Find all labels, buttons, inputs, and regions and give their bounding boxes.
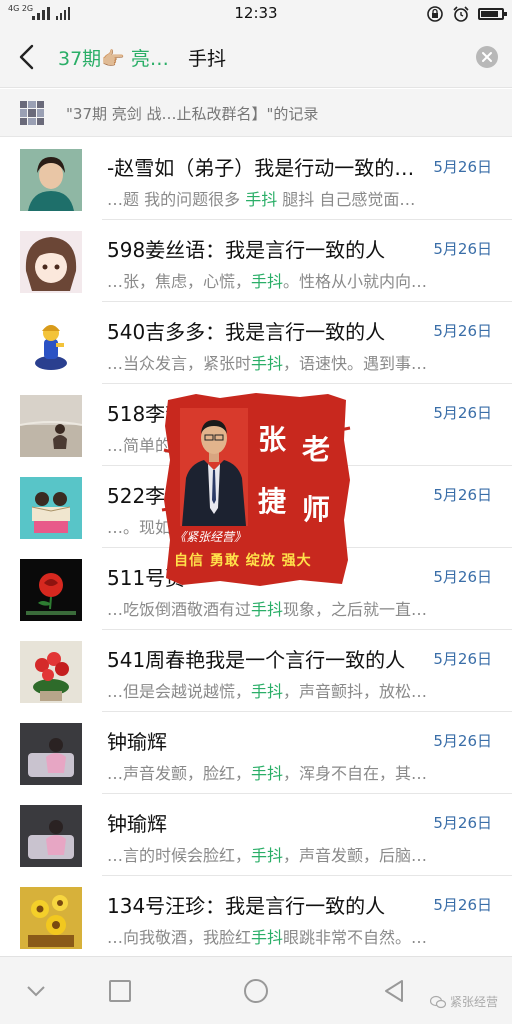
seal-char-2: 老: [302, 433, 331, 466]
message-date: 5月26日: [433, 240, 492, 258]
seal-char-4: 师: [302, 493, 331, 526]
status-bar: 4G 2G 12:33: [0, 0, 512, 28]
message-date: 5月26日: [433, 158, 492, 176]
message-snippet: …吃饭倒酒敬酒有过手抖现象，之后就一直…: [107, 596, 452, 620]
battery-icon: [478, 8, 507, 20]
watermark-text: 紧张经营: [449, 995, 498, 1009]
snippet-highlight: 手抖: [251, 928, 284, 947]
message-snippet: …当众发言，紧张时手抖，语速快。遇到事…: [107, 350, 452, 374]
avatar: [20, 149, 82, 211]
snippet-highlight: 手抖: [251, 682, 284, 701]
message-date: 5月26日: [433, 650, 492, 668]
snippet-after: ，语速快。遇到事…: [283, 354, 428, 373]
sender-name: 134号汪珍：我是言行一致的人: [107, 894, 386, 918]
message-snippet: …但是会越说越慌，手抖，声音颤抖，放松…: [107, 678, 452, 702]
seal-characters: 张 老 捷 师: [250, 418, 340, 538]
snippet-before: …向我敬酒，我脸红: [107, 928, 252, 947]
close-icon: [482, 52, 492, 62]
avatar: [20, 559, 82, 621]
avatar: [20, 805, 82, 867]
battery-fill: [481, 11, 498, 17]
message-date: 5月26日: [433, 568, 492, 586]
avatar: [20, 887, 82, 949]
chat-result-row[interactable]: 541周春艳我是一个言行一致的人 5月26日 …但是会越说越慌，手抖，声音颤抖，放松…: [0, 630, 512, 712]
message-date: 5月26日: [433, 896, 492, 914]
snippet-highlight: 手抖: [251, 354, 284, 373]
avatar: [20, 395, 82, 457]
sender-name: 540吉多多：我是言行一致的人: [107, 320, 386, 344]
snippet-highlight: 手抖: [251, 846, 284, 865]
seal-char-3: 捷: [258, 485, 287, 518]
avatar: [20, 313, 82, 375]
sender-name: 钟瑜辉: [107, 812, 167, 836]
snippet-highlight: 手抖: [251, 764, 284, 783]
snippet-before: …吃饭倒酒敬酒有过: [107, 600, 252, 619]
snippet-before: …张，焦虑，心慌，: [107, 272, 252, 291]
home-circle-icon[interactable]: [242, 977, 270, 1005]
promo-seal-overlay: 张 老 捷 师 《紧张经营》 自信 勇敢 绽放 强大: [160, 390, 352, 588]
avatar: [20, 723, 82, 785]
wechat-logo-icon: [429, 995, 446, 1008]
sender-name: 钟瑜辉: [107, 730, 167, 754]
group-avatar-icon: [20, 101, 44, 125]
snippet-before: …当众发言，紧张时: [107, 354, 252, 373]
search-input[interactable]: 手抖: [188, 44, 226, 71]
avatar: [20, 641, 82, 703]
message-snippet: …言的时候会脸红，手抖，声音发颤，后脑…: [107, 842, 452, 866]
message-date: 5月26日: [433, 322, 492, 340]
back-arrow-icon[interactable]: [14, 42, 40, 72]
rotation-lock-icon: [427, 6, 443, 22]
seal-char-1: 张: [258, 423, 287, 456]
message-snippet: …张，焦虑，心慌，手抖。性格从小就内向…: [107, 268, 452, 292]
sender-name: -赵雪如（弟子）我是行动一致的…: [107, 156, 415, 180]
sender-name: 598姜丝语：我是言行一致的人: [107, 238, 386, 262]
chat-result-row[interactable]: 钟瑜辉 5月26日 …声音发颤，脸红，手抖，浑身不自在，其…: [0, 712, 512, 794]
chat-result-row[interactable]: 598姜丝语：我是言行一致的人 5月26日 …张，焦虑，心慌，手抖。性格从小就内向…: [0, 220, 512, 302]
search-scope-row: "37期 亮剑 战…止私改群名】"的记录: [0, 89, 512, 137]
teacher-photo: [180, 408, 248, 526]
status-icons: [426, 5, 507, 23]
clear-search-button[interactable]: [476, 46, 498, 68]
snippet-highlight: 手抖: [251, 272, 284, 291]
message-date: 5月26日: [433, 486, 492, 504]
group-filter-chip[interactable]: 37期👉🏼 亮…: [58, 44, 169, 71]
snippet-after: 腿抖 自己感觉面…: [277, 190, 416, 209]
snippet-before: …声音发颤，脸红，: [107, 764, 252, 783]
snippet-before: …题 我的问题很多: [107, 190, 246, 209]
back-triangle-icon[interactable]: [380, 977, 408, 1005]
chat-result-row[interactable]: 134号汪珍：我是言行一致的人 5月26日 …向我敬酒，我脸红手抖眼跳非常不自然。…: [0, 876, 512, 958]
snippet-after: ，声音颤抖，放松…: [283, 682, 428, 701]
snippet-highlight: 手抖: [251, 600, 284, 619]
seal-tagline: 《紧张经营》: [174, 530, 247, 544]
alarm-icon: [453, 6, 469, 22]
snippet-after: 眼跳非常不自然。…: [283, 928, 428, 947]
snippet-before: …但是会越说越慌，: [107, 682, 252, 701]
message-snippet: …向我敬酒，我脸红手抖眼跳非常不自然。…: [107, 924, 452, 948]
chevron-down-icon[interactable]: [22, 977, 50, 1005]
watermark: 紧张经营: [429, 993, 498, 1010]
chat-result-row[interactable]: 钟瑜辉 5月26日 …言的时候会脸红，手抖，声音发颤，后脑…: [0, 794, 512, 876]
avatar: [20, 477, 82, 539]
search-header: 37期👉🏼 亮… 手抖: [0, 28, 512, 88]
snippet-highlight: 手抖: [245, 190, 278, 209]
snippet-before: …言的时候会脸红，: [107, 846, 252, 865]
snippet-after: ，浑身不自在，其…: [283, 764, 428, 783]
snippet-after: 现象，之后就一直…: [283, 600, 428, 619]
message-snippet: …声音发颤，脸红，手抖，浑身不自在，其…: [107, 760, 452, 784]
message-date: 5月26日: [433, 732, 492, 750]
message-date: 5月26日: [433, 814, 492, 832]
chat-result-row[interactable]: 540吉多多：我是言行一致的人 5月26日 …当众发言，紧张时手抖，语速快。遇到事…: [0, 302, 512, 384]
chat-result-row[interactable]: -赵雪如（弟子）我是行动一致的… 5月26日 …题 我的问题很多 手抖 腿抖 自己感…: [0, 138, 512, 220]
snippet-after: ，声音发颤，后脑…: [283, 846, 428, 865]
snippet-after: 。性格从小就内向…: [283, 272, 428, 291]
seal-slogan: 自信 勇敢 绽放 强大: [174, 553, 312, 569]
sender-name: 541周春艳我是一个言行一致的人: [107, 648, 406, 672]
recents-square-icon[interactable]: [106, 977, 134, 1005]
avatar: [20, 231, 82, 293]
search-scope-label: "37期 亮剑 战…止私改群名】"的记录: [66, 105, 319, 123]
message-date: 5月26日: [433, 404, 492, 422]
message-snippet: …题 我的问题很多 手抖 腿抖 自己感觉面…: [107, 186, 452, 210]
system-navigation-bar: 紧张经营: [0, 956, 512, 1024]
